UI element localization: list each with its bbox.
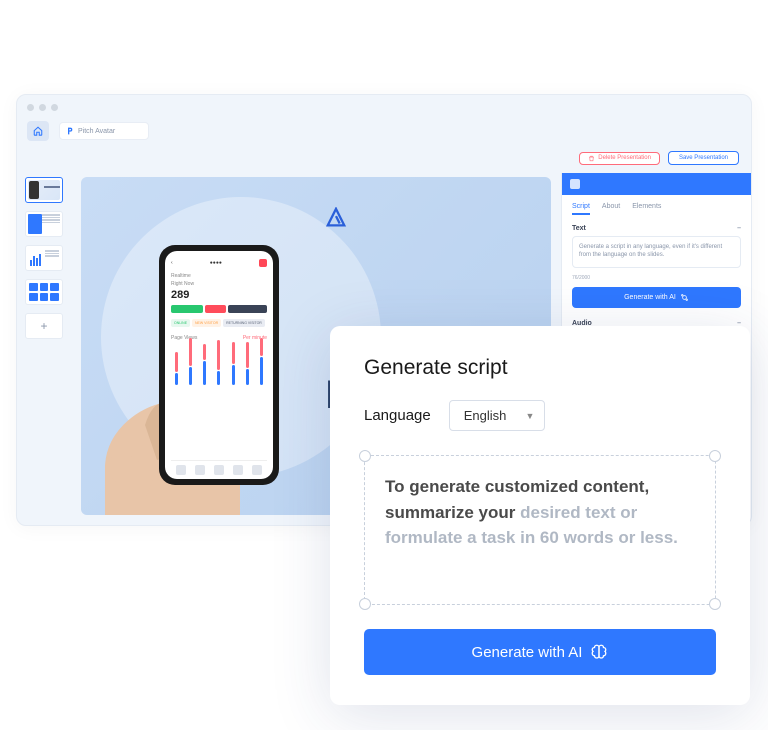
generate-with-ai-button[interactable]: Generate with AI bbox=[364, 629, 716, 675]
phone-screen: ‹ ●●●● Realtime Right Now 289 ON bbox=[165, 251, 273, 479]
ai-brain-icon bbox=[590, 643, 608, 661]
inspector-icon[interactable] bbox=[570, 179, 580, 189]
app-name-text: Pitch Avatar bbox=[78, 128, 115, 135]
phone-legend: ONLINE NEW VISITOR RETURNING VISITOR bbox=[171, 319, 267, 327]
window-maximize-icon[interactable] bbox=[51, 104, 58, 111]
tab-about[interactable]: About bbox=[602, 203, 620, 215]
window-close-icon[interactable] bbox=[27, 104, 34, 111]
modal-title: Generate script bbox=[364, 356, 716, 380]
phone-section-realtime: Realtime bbox=[171, 273, 267, 279]
slide-thumb-1[interactable] bbox=[25, 177, 63, 203]
inspector-header bbox=[562, 173, 751, 195]
slide-thumb-4[interactable] bbox=[25, 279, 63, 305]
add-slide-button[interactable]: + bbox=[25, 313, 63, 339]
ai-icon bbox=[680, 293, 689, 302]
prompt-input[interactable]: To generate customized content, summariz… bbox=[364, 455, 716, 605]
tab-elements[interactable]: Elements bbox=[632, 203, 661, 215]
slide-logo-icon bbox=[325, 207, 347, 234]
save-presentation-button[interactable]: Save Presentation bbox=[668, 151, 739, 165]
script-text-input[interactable]: Generate a script in any language, even … bbox=[572, 236, 741, 268]
phone-bar-chart bbox=[171, 345, 267, 385]
generate-script-modal: Generate script Language English ▼ To ge… bbox=[330, 326, 750, 705]
language-value: English bbox=[464, 408, 507, 423]
resize-handle-tr[interactable] bbox=[709, 450, 721, 462]
phone-metric-value: 289 bbox=[171, 289, 267, 301]
resize-handle-tl[interactable] bbox=[359, 450, 371, 462]
hand-holding-phone: ‹ ●●●● Realtime Right Now 289 ON bbox=[85, 235, 345, 515]
char-counter: 76/2000 bbox=[572, 275, 741, 281]
resize-handle-br[interactable] bbox=[709, 598, 721, 610]
resize-handle-bl[interactable] bbox=[359, 598, 371, 610]
language-select[interactable]: English ▼ bbox=[449, 400, 546, 431]
trash-icon bbox=[588, 155, 595, 162]
delete-label: Delete Presentation bbox=[598, 155, 651, 161]
phone-back-icon: ‹ bbox=[171, 260, 173, 266]
window-minimize-icon[interactable] bbox=[39, 104, 46, 111]
tab-script[interactable]: Script bbox=[572, 203, 590, 215]
phone-bottom-nav bbox=[171, 460, 267, 475]
brand-logo-icon bbox=[66, 127, 74, 135]
collapse-icon[interactable]: – bbox=[737, 225, 741, 232]
home-icon bbox=[33, 126, 43, 136]
inspector-tabs: Script About Elements bbox=[562, 195, 751, 221]
phone-mockup: ‹ ●●●● Realtime Right Now 289 ON bbox=[159, 245, 279, 485]
phone-progress-bars bbox=[171, 305, 267, 313]
home-button[interactable] bbox=[27, 121, 49, 141]
text-section-label: Text bbox=[572, 225, 586, 232]
action-row: Delete Presentation Save Presentation bbox=[17, 143, 751, 173]
delete-presentation-button[interactable]: Delete Presentation bbox=[579, 152, 660, 165]
window-titlebar bbox=[17, 95, 751, 119]
chevron-down-icon: ▼ bbox=[525, 411, 534, 421]
app-toolbar: Pitch Avatar bbox=[17, 119, 751, 143]
app-name-field[interactable]: Pitch Avatar bbox=[59, 122, 149, 140]
slide-thumb-2[interactable] bbox=[25, 211, 63, 237]
slide-thumbnails: + bbox=[25, 173, 71, 525]
prompt-placeholder: To generate customized content, summariz… bbox=[385, 474, 695, 551]
generate-ai-button-small[interactable]: Generate with AI bbox=[572, 287, 741, 308]
phone-action-icon bbox=[259, 259, 267, 267]
phone-metric-label: Right Now bbox=[171, 281, 267, 287]
language-label: Language bbox=[364, 407, 431, 424]
slide-thumb-3[interactable] bbox=[25, 245, 63, 271]
